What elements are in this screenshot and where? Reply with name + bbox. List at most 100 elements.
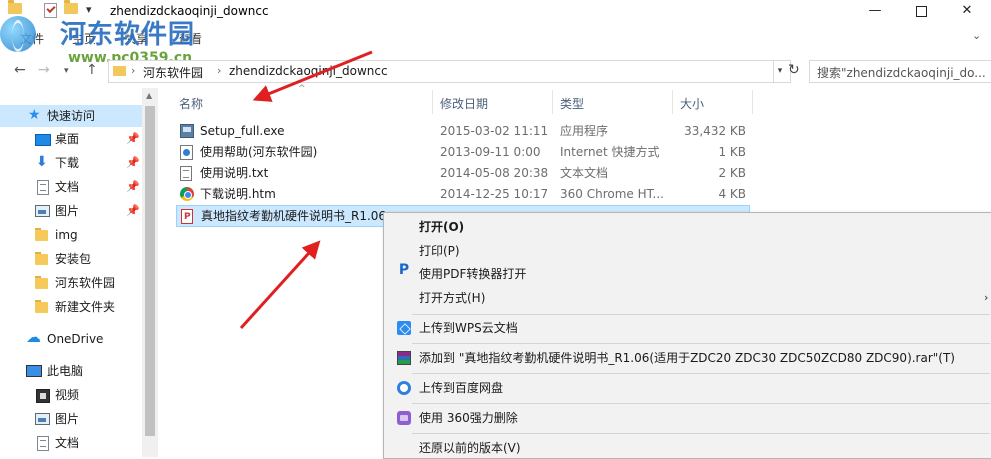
forward-arrow-icon[interactable]: → xyxy=(38,62,50,78)
maximize-button[interactable] xyxy=(898,0,944,24)
breadcrumb-item[interactable]: 河东软件园 xyxy=(143,64,203,81)
column-divider[interactable] xyxy=(752,90,753,114)
table-row[interactable]: 下载说明.htm 2014-12-25 10:17 360 Chrome HT.… xyxy=(176,184,750,204)
back-arrow-icon[interactable]: ← xyxy=(14,62,26,78)
folder-icon xyxy=(35,252,48,265)
menu-label: 打开(O) xyxy=(419,220,465,234)
nav-pc-pictures[interactable]: 图片 xyxy=(0,408,142,430)
nav-item-desktop[interactable]: 桌面 📌 xyxy=(0,128,142,150)
nav-item-pictures[interactable]: 图片 📌 xyxy=(0,200,142,222)
column-divider[interactable] xyxy=(432,90,433,114)
address-bar[interactable]: › 河东软件园 › zhendizdckaoqinji_downcc xyxy=(108,60,774,83)
menu-item-upload-wps[interactable]: 上传到WPS云文档 xyxy=(384,317,991,339)
new-folder-icon[interactable] xyxy=(64,0,78,14)
nav-pc-documents[interactable]: 文档 xyxy=(0,432,142,454)
column-header-size[interactable]: 大小 xyxy=(680,95,704,112)
menu-item-restore-versions[interactable]: 还原以前的版本(V) xyxy=(384,437,991,459)
breadcrumb-separator-icon[interactable]: › xyxy=(131,64,135,77)
up-arrow-icon[interactable]: ↑ xyxy=(86,62,98,78)
context-menu: 打开(O) 打印(P) P 使用PDF转换器打开 打开方式(H) › 上传到WP… xyxy=(383,212,991,459)
file-size: 1 KB xyxy=(718,145,746,159)
search-input[interactable]: 搜索"zhendizdckaoqinji_do... xyxy=(809,60,991,83)
file-date: 2013-09-11 0:00 xyxy=(440,145,541,159)
column-header-name[interactable]: 名称 xyxy=(179,95,203,112)
nav-item-new-folder[interactable]: 新建文件夹 xyxy=(0,296,142,318)
table-row[interactable]: 使用帮助(河东软件园) 2013-09-11 0:00 Internet 快捷方… xyxy=(176,142,750,162)
file-name: Setup_full.exe xyxy=(200,124,285,138)
pin-icon[interactable]: 📌 xyxy=(126,176,140,198)
recent-locations-icon[interactable]: ▾ xyxy=(64,66,69,76)
nav-label: 视频 xyxy=(55,388,80,402)
menu-item-open[interactable]: 打开(O) xyxy=(384,216,991,238)
pin-icon[interactable]: 📌 xyxy=(126,152,140,174)
nav-item-img[interactable]: img xyxy=(0,224,142,246)
chrome-html-icon xyxy=(180,187,194,201)
file-size: 33,432 KB xyxy=(684,124,746,138)
nav-this-pc[interactable]: 此电脑 xyxy=(0,360,142,382)
table-row[interactable]: Setup_full.exe 2015-03-02 11:11 应用程序 33,… xyxy=(176,121,750,141)
breadcrumb-separator-icon[interactable]: › xyxy=(217,64,221,77)
nav-label: 文档 xyxy=(55,180,80,194)
nav-label: 文档 xyxy=(55,436,80,450)
breadcrumb-item[interactable]: zhendizdckaoqinji_downcc xyxy=(229,64,388,78)
menu-item-360-delete[interactable]: 使用 360强力删除 xyxy=(384,407,991,429)
nav-quick-access[interactable]: ★ 快速访问 xyxy=(0,105,142,127)
menu-separator xyxy=(412,403,990,404)
pdf-converter-icon: P xyxy=(398,262,410,278)
file-size: 4 KB xyxy=(718,187,746,201)
nav-label: 图片 xyxy=(55,204,80,218)
column-header-type[interactable]: 类型 xyxy=(560,95,584,112)
winrar-icon xyxy=(397,351,411,365)
column-divider[interactable] xyxy=(672,90,673,114)
menu-item-open-with[interactable]: 打开方式(H) › xyxy=(384,287,991,309)
nav-label: 下载 xyxy=(55,156,80,170)
minimize-button[interactable]: — xyxy=(852,0,898,24)
sort-ascending-icon: ^ xyxy=(298,84,306,94)
maximize-icon xyxy=(915,6,927,17)
scroll-up-icon[interactable]: ▲ xyxy=(146,91,152,100)
folder-icon xyxy=(35,228,48,241)
computer-icon xyxy=(26,365,42,377)
pin-icon[interactable]: 📌 xyxy=(126,200,140,222)
nav-scrollbar-thumb[interactable] xyxy=(145,106,155,436)
minimize-icon: — xyxy=(868,3,882,18)
nav-label: 此电脑 xyxy=(47,364,84,378)
menu-separator xyxy=(412,373,990,374)
file-type: 360 Chrome HT... xyxy=(560,187,664,201)
nav-item-downloads[interactable]: ⬇ 下载 📌 xyxy=(0,152,142,174)
menu-item-upload-baidu[interactable]: 上传到百度网盘 xyxy=(384,377,991,399)
baidu-netdisk-icon xyxy=(397,381,411,395)
navigation-pane: ★ 快速访问 桌面 📌 ⬇ 下载 📌 文档 📌 图片 📌 img 安装包 河东软… xyxy=(0,88,158,457)
internet-shortcut-icon xyxy=(180,145,193,160)
nav-label: 河东软件园 xyxy=(55,276,116,290)
file-type: Internet 快捷方式 xyxy=(560,145,660,159)
menu-item-add-to-rar[interactable]: 添加到 "真地指纹考勤机硬件说明书_R1.06(适用于ZDC20 ZDC30 Z… xyxy=(384,347,991,369)
nav-pc-videos[interactable]: 视频 xyxy=(0,384,142,406)
properties-icon[interactable] xyxy=(44,3,57,18)
nav-item-hedong[interactable]: 河东软件园 xyxy=(0,272,142,294)
refresh-icon[interactable]: ↻ xyxy=(788,62,800,78)
menu-label: 使用 360强力删除 xyxy=(419,411,518,425)
menu-item-print[interactable]: 打印(P) xyxy=(384,240,991,262)
nav-label: 安装包 xyxy=(55,252,92,266)
menu-label: 添加到 "真地指纹考勤机硬件说明书_R1.06(适用于ZDC20 ZDC30 Z… xyxy=(419,351,955,365)
folder-icon xyxy=(35,276,48,289)
table-row[interactable]: 使用说明.txt 2014-05-08 20:38 文本文档 2 KB xyxy=(176,163,750,183)
nav-label: OneDrive xyxy=(47,332,104,346)
star-icon: ★ xyxy=(28,107,41,123)
expand-ribbon-icon[interactable]: ⌄ xyxy=(972,29,981,42)
menu-item-open-pdf-converter[interactable]: P 使用PDF转换器打开 xyxy=(384,263,991,285)
column-divider[interactable] xyxy=(552,90,553,114)
close-icon: ✕ xyxy=(961,3,973,18)
column-header-modified[interactable]: 修改日期 xyxy=(440,95,488,112)
nav-item-installers[interactable]: 安装包 xyxy=(0,248,142,270)
folder-icon xyxy=(35,300,48,313)
nav-onedrive[interactable]: ☁ OneDrive xyxy=(0,328,142,350)
nav-label: img xyxy=(55,228,78,242)
close-button[interactable]: ✕ xyxy=(944,0,990,24)
menu-separator xyxy=(412,343,990,344)
download-arrow-icon: ⬇ xyxy=(36,154,48,170)
nav-item-documents[interactable]: 文档 📌 xyxy=(0,176,142,198)
pin-icon[interactable]: 📌 xyxy=(126,128,140,150)
menu-label: 上传到百度网盘 xyxy=(419,381,504,395)
